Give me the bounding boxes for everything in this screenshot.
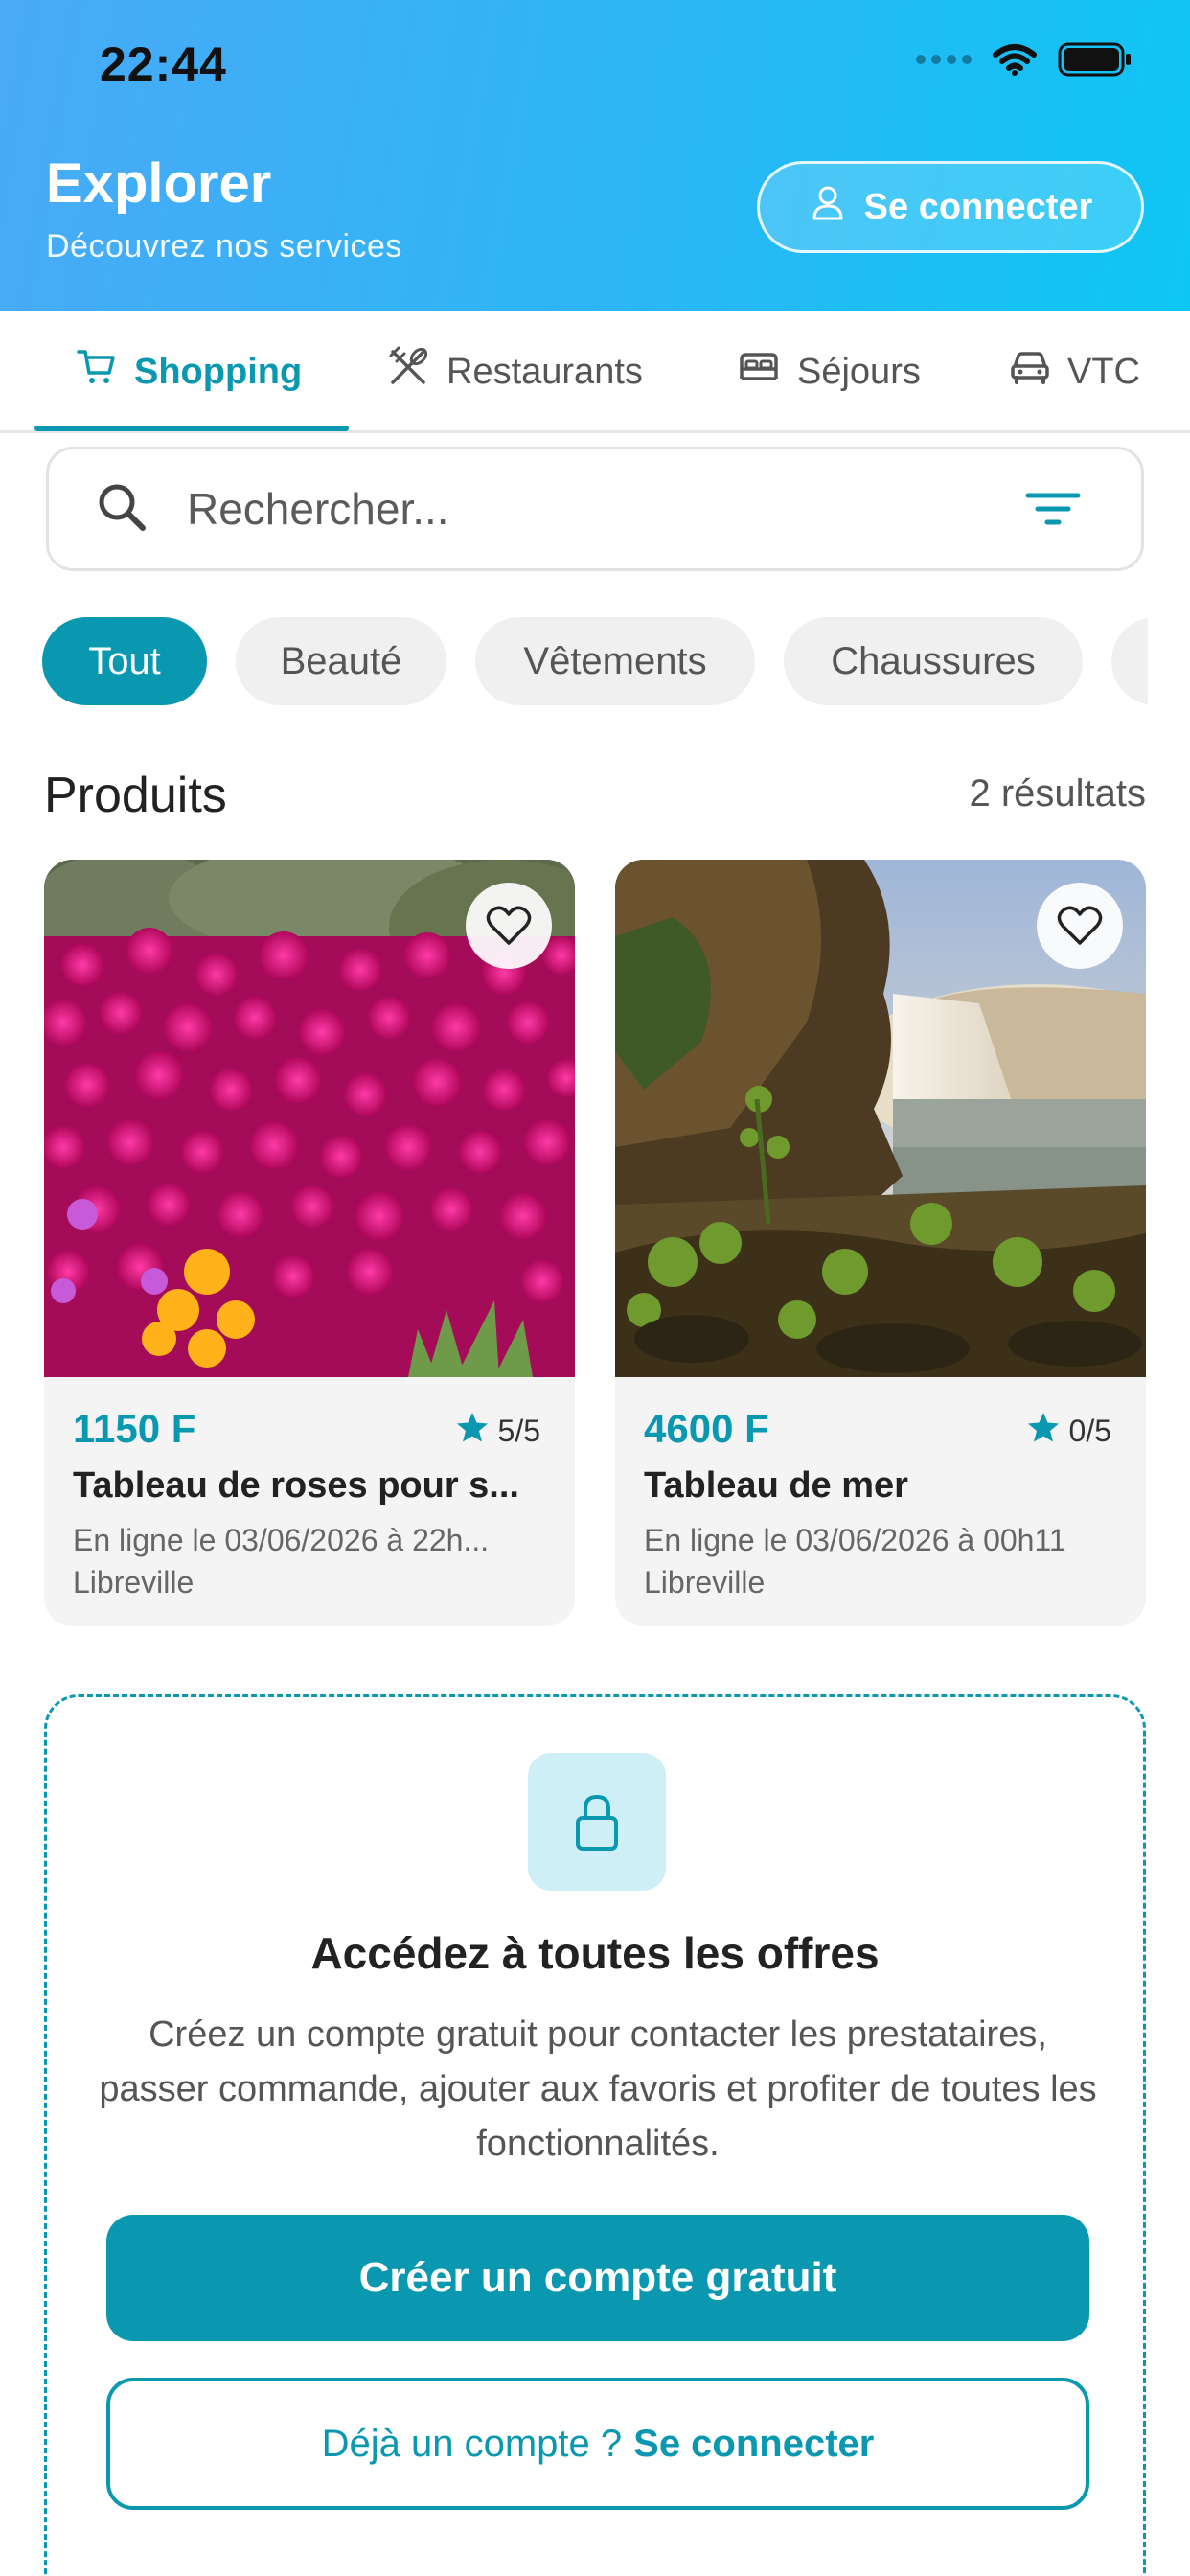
login-button[interactable]: Se connecter [757, 161, 1144, 253]
chip-label: Vêtements [523, 639, 707, 682]
section-title: Produits [44, 768, 227, 823]
explorer-screen: 22:44 Explorer Découvrez nos services Se… [0, 0, 1190, 2576]
heart-icon [1057, 905, 1103, 947]
tab-label: VTC [1067, 351, 1140, 392]
favorite-button[interactable] [1037, 883, 1123, 969]
product-rating: 0/5 [1027, 1412, 1111, 1450]
product-price: 4600 F [644, 1406, 769, 1451]
product-city: Libreville [73, 1565, 195, 1599]
signal-icon [916, 55, 972, 64]
favorite-button[interactable] [466, 883, 552, 969]
results-count: 2 résultats [969, 772, 1146, 815]
active-tab-indicator [34, 426, 349, 431]
product-rating: 5/5 [456, 1412, 540, 1450]
product-info: 1150 F 5/5 Tableau de roses pour s... En… [44, 1377, 575, 1626]
chip-tout[interactable]: Tout [42, 617, 207, 705]
product-price: 1150 F [73, 1406, 196, 1451]
cart-icon [77, 348, 117, 396]
page-title: Explorer [46, 152, 272, 215]
status-icons [916, 42, 1133, 77]
chip-beaute[interactable]: Beauté [236, 617, 446, 705]
wifi-icon [993, 43, 1037, 76]
search-bar [46, 447, 1144, 571]
user-icon [809, 183, 847, 231]
chip-chaussures[interactable]: Chaussures [784, 617, 1083, 705]
utensils-icon [387, 346, 429, 398]
header: 22:44 Explorer Découvrez nos services Se… [0, 0, 1190, 310]
chip-label: Tout [88, 639, 161, 682]
rating-value: 5/5 [497, 1413, 540, 1448]
signup-prompt: Accédez à toutes les offres Créez un com… [44, 1694, 1146, 2576]
create-account-label: Créer un compte gratuit [358, 2254, 837, 2301]
search-input[interactable] [187, 483, 973, 535]
product-card[interactable]: 4600 F 0/5 Tableau de mer En ligne le 03… [615, 860, 1146, 1626]
existing-account-link: Se connecter [633, 2422, 875, 2465]
product-image-waterfall [615, 860, 1146, 1377]
category-chips: Tout Beauté Vêtements Chaussures [42, 617, 1148, 705]
existing-account-login-button[interactable]: Déjà un compte ? Se connecter [106, 2378, 1089, 2510]
tab-label: Séjours [797, 351, 921, 392]
tab-vtc[interactable]: VTC [1010, 310, 1140, 433]
category-tabs: Shopping Restaurants Séjours VTC [0, 310, 1190, 433]
lock-icon [528, 1753, 666, 1891]
product-title: Tableau de roses pour s... [73, 1465, 519, 1506]
star-icon [456, 1412, 489, 1450]
battery-icon [1058, 42, 1133, 77]
create-account-button[interactable]: Créer un compte gratuit [106, 2215, 1089, 2341]
status-time: 22:44 [100, 37, 227, 91]
chip-label: Beauté [280, 639, 402, 682]
heart-icon [486, 905, 532, 947]
rating-value: 0/5 [1068, 1413, 1111, 1448]
page-subtitle: Découvrez nos services [46, 228, 402, 264]
filter-icon[interactable] [1024, 490, 1082, 533]
tab-label: Restaurants [446, 351, 643, 392]
product-date: En ligne le 03/06/2026 à 22h... [73, 1523, 490, 1557]
product-city: Libreville [644, 1565, 766, 1599]
product-card[interactable]: 1150 F 5/5 Tableau de roses pour s... En… [44, 860, 575, 1626]
search-icon [95, 480, 149, 539]
login-button-label: Se connecter [863, 186, 1093, 227]
star-icon [1027, 1412, 1060, 1450]
chip-more[interactable] [1111, 617, 1148, 705]
promo-title: Accédez à toutes les offres [310, 1928, 880, 1978]
chip-vetements[interactable]: Vêtements [475, 617, 755, 705]
product-image-flowers [44, 860, 575, 1377]
tab-restaurants[interactable]: Restaurants [387, 310, 643, 433]
product-info: 4600 F 0/5 Tableau de mer En ligne le 03… [615, 1377, 1146, 1626]
bed-icon [738, 350, 780, 394]
car-icon [1010, 350, 1050, 394]
chip-label: Chaussures [831, 639, 1036, 682]
product-date: En ligne le 03/06/2026 à 00h11 [644, 1523, 1066, 1557]
existing-account-prefix: Déjà un compte ? [321, 2422, 623, 2465]
tab-shopping[interactable]: Shopping [77, 310, 302, 433]
tab-sejours[interactable]: Séjours [738, 310, 921, 433]
product-title: Tableau de mer [644, 1465, 908, 1506]
tab-label: Shopping [134, 351, 303, 392]
promo-description: Créez un compte gratuit pour contacter l… [99, 2014, 1097, 2164]
